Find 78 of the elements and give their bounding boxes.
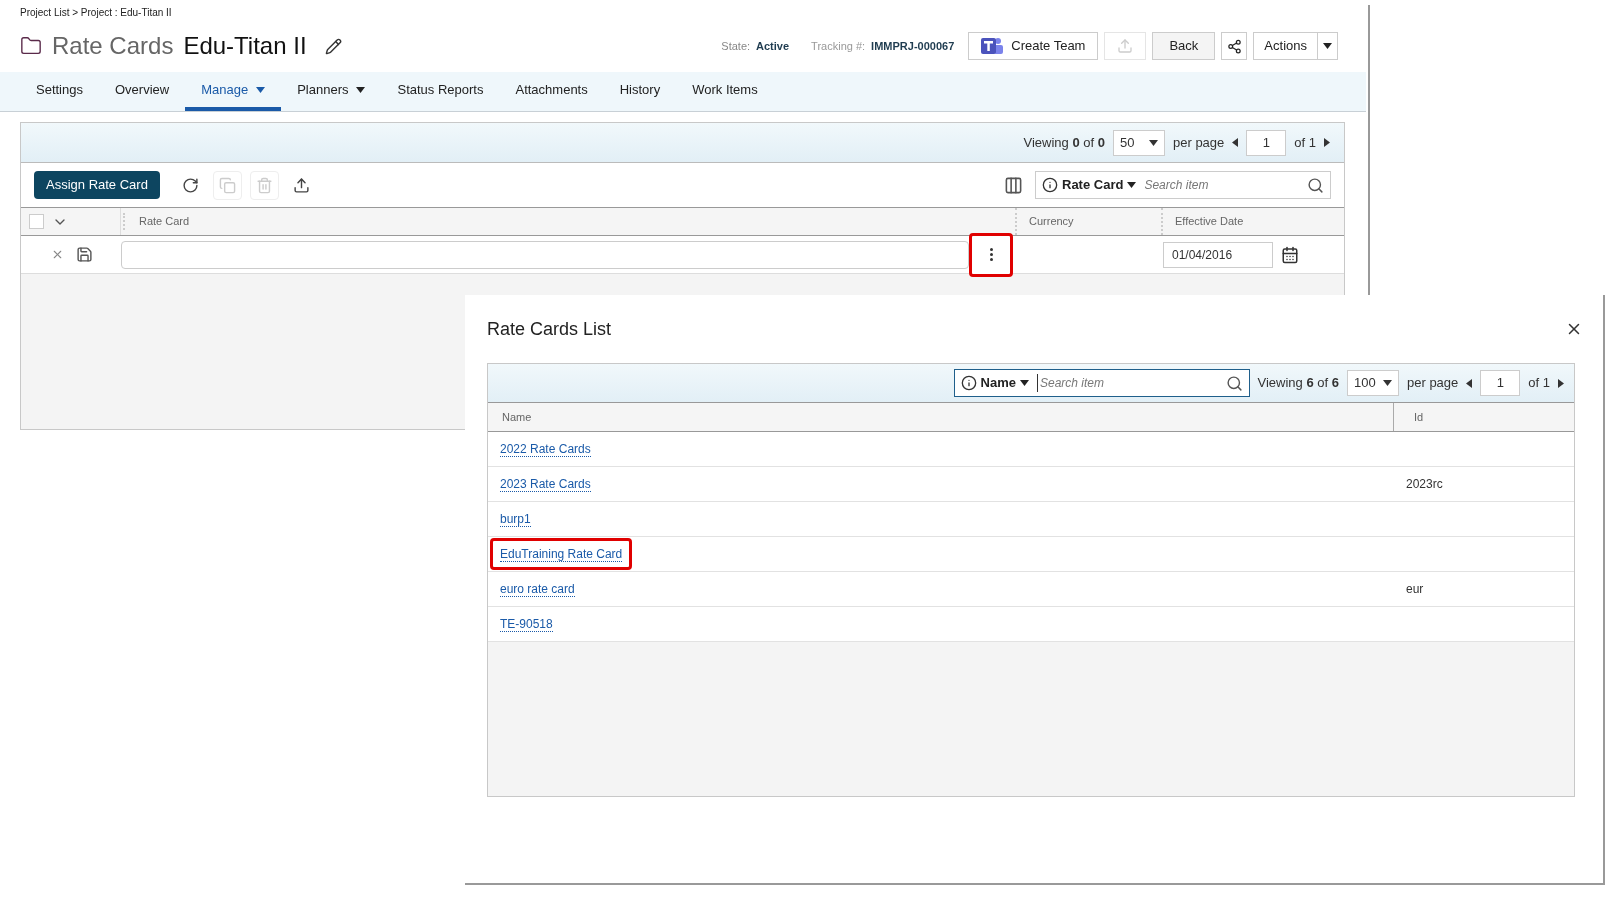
effective-date-field[interactable]: 01/04/2016 <box>1163 241 1273 268</box>
tracking-value: IMMPRJ-000067 <box>871 38 955 54</box>
upload-icon <box>292 176 310 194</box>
page-number-field[interactable]: 1 <box>1246 129 1287 156</box>
page-size-select[interactable]: 50 <box>1113 129 1165 156</box>
dialog-title: Rate Cards List <box>487 317 612 341</box>
tab[interactable]: Planners <box>281 72 382 111</box>
trash-icon <box>255 176 273 194</box>
tab[interactable]: Work Items <box>676 72 774 111</box>
upload-icon <box>1117 38 1134 54</box>
search-field[interactable]: Rate Card Search item <box>1035 171 1331 199</box>
assign-rate-card-button[interactable]: Assign Rate Card <box>34 171 160 199</box>
search-field[interactable]: Name Search item <box>953 369 1250 397</box>
page-number-field[interactable]: 1 <box>1480 370 1521 396</box>
dropdown-caret-icon <box>356 86 366 93</box>
page-size-select[interactable]: 100 <box>1347 370 1399 396</box>
viewing-count: Viewing 6 of 6 <box>1257 374 1339 393</box>
previous-page-icon[interactable] <box>1232 138 1239 147</box>
refresh-icon <box>181 176 199 194</box>
page-count: of 1 <box>1528 374 1550 393</box>
tab[interactable]: Overview <box>99 72 186 111</box>
per-page-label: per page <box>1173 133 1225 152</box>
edit-icon[interactable] <box>324 37 342 55</box>
rate-card-link[interactable]: TE-90518 <box>490 608 563 640</box>
folder-icon <box>20 35 42 57</box>
select-all-checkbox[interactable] <box>29 214 44 229</box>
tab[interactable]: Attachments <box>499 72 604 111</box>
search-icon[interactable] <box>1225 374 1243 392</box>
viewing-count: Viewing 0 of 0 <box>1023 133 1105 152</box>
share-icon <box>1226 38 1242 54</box>
columns-icon[interactable] <box>1004 175 1023 195</box>
search-icon[interactable] <box>1307 176 1324 194</box>
column-header: Rate Card <box>123 213 1015 230</box>
more-options-button[interactable] <box>969 232 1013 277</box>
tab[interactable]: Settings <box>20 72 99 111</box>
previous-page-icon[interactable] <box>1466 378 1473 388</box>
rate-card-link[interactable]: 2023 Rate Cards <box>490 468 601 500</box>
id-cell-text: 2023rc <box>1405 476 1443 493</box>
info-icon <box>960 375 977 391</box>
create-team-button[interactable]: Create Team <box>968 32 1099 60</box>
search-column-select[interactable]: Rate Card <box>1062 175 1137 195</box>
kebab-icon <box>989 248 993 261</box>
teams-logo-icon <box>981 36 1004 56</box>
id-cell-text: eur <box>1405 581 1424 598</box>
back-button[interactable]: Back <box>1152 32 1216 60</box>
rate-card-link[interactable]: euro rate card <box>490 573 585 605</box>
rate-card-link[interactable]: 2022 Rate Cards <box>490 433 601 465</box>
rate-card-input[interactable] <box>121 240 969 269</box>
save-icon[interactable] <box>76 246 93 263</box>
rate-card-link[interactable]: burp1 <box>490 503 541 535</box>
caret-icon <box>1019 380 1029 386</box>
next-page-icon[interactable] <box>1324 138 1330 147</box>
share-button[interactable] <box>1221 32 1248 60</box>
tracking-label: Tracking #: <box>811 38 866 54</box>
calendar-icon[interactable] <box>1281 245 1299 264</box>
state-label: State: <box>721 38 751 54</box>
caret-icon <box>1383 380 1392 386</box>
dropdown-caret-icon <box>256 86 266 93</box>
tab[interactable]: History <box>603 72 677 111</box>
tab[interactable]: Status Reports <box>381 72 500 111</box>
caret-icon <box>1127 182 1137 188</box>
search-column-select[interactable]: Name <box>980 373 1029 393</box>
page-count: of 1 <box>1294 133 1316 152</box>
caret-icon <box>1323 43 1332 49</box>
per-page-label: per page <box>1407 374 1459 393</box>
breadcrumb: Project List > Project : Edu-Titan II <box>20 7 172 18</box>
actions-split-button[interactable]: Actions <box>1253 32 1338 60</box>
page-title: Rate Cards <box>52 31 174 61</box>
project-name: Edu-Titan II <box>183 31 307 61</box>
column-header: Name <box>488 403 1394 431</box>
cancel-icon[interactable] <box>51 248 64 261</box>
info-icon <box>1042 177 1058 193</box>
column-header: Id <box>1413 409 1425 425</box>
next-page-icon[interactable] <box>1558 378 1564 388</box>
state-value: Active <box>756 38 790 54</box>
tab[interactable]: Manage <box>185 72 282 111</box>
caret-icon <box>1149 139 1158 146</box>
copy-icon <box>218 176 236 194</box>
